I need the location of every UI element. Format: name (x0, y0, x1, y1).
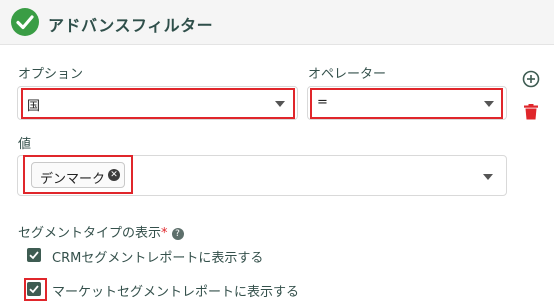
crm-segment-label: CRMセグメントレポートに表示する (52, 251, 264, 266)
market-checkbox-highlight (24, 278, 47, 301)
segment-label-text: セグメントタイプの表示 (18, 226, 162, 241)
option-highlight (21, 88, 295, 119)
check-circle-icon (11, 8, 39, 36)
help-icon[interactable]: ? (171, 228, 184, 240)
value-label: 値 (18, 137, 32, 152)
operator-highlight (310, 88, 503, 119)
option-label: オプション (18, 67, 84, 82)
crm-segment-checkbox[interactable] (27, 248, 41, 262)
value-highlight (23, 155, 133, 194)
segment-label: セグメントタイプの表示*? (18, 222, 184, 241)
operator-label: オペレーター (308, 67, 387, 82)
chevron-down-icon (483, 174, 493, 180)
trash-icon[interactable] (524, 104, 538, 124)
plus-circle-icon[interactable] (522, 70, 540, 92)
required-mark: * (161, 226, 168, 241)
panel-title: アドバンスフィルター (48, 16, 214, 35)
market-segment-label: マーケットセグメントレポートに表示する (52, 285, 300, 300)
panel-header: アドバンスフィルター (0, 0, 554, 45)
